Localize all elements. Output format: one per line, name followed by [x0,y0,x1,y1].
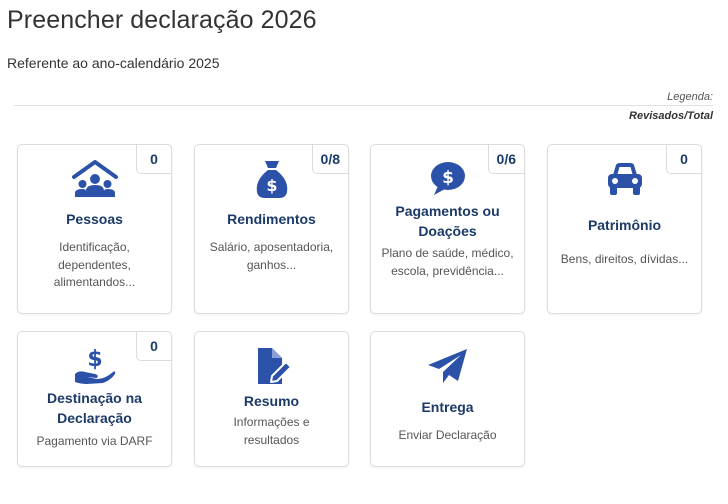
legend-value: Revisados/Total [629,110,713,122]
card-title: Rendimentos [227,211,316,227]
card-title: Pagamentos ou Doações [395,203,500,239]
card-patrimonio[interactable]: 0 Patrimônio Bens, direitos, dívidas... [547,144,702,314]
card-resumo[interactable]: Resumo Informações e resultados [194,331,349,467]
card-description: Informações e resultados [233,415,310,447]
card-description: Identificação, dependentes, alimentandos… [53,240,136,289]
card-pagamentos-doacoes[interactable]: 0/6 $ Pagamentos ou Doações Plano de saú… [370,144,525,314]
card-title: Resumo [243,393,300,409]
card-description: Pagamento via DARF [36,434,153,448]
card-title: Destinação na Declaração [47,390,142,426]
card-pessoas[interactable]: 0 Pessoas Identificação, dependentes, al… [17,144,172,314]
people-house-icon [18,159,171,199]
card-destinacao[interactable]: 0 $ Destinação na Declaração Pagamento v… [17,331,172,467]
document-edit-icon [195,346,348,386]
svg-text:$: $ [442,168,454,188]
card-description: Bens, direitos, dívidas... [560,252,689,266]
card-entrega[interactable]: Entrega Enviar Declaração [370,331,525,467]
page-subtitle: Referente ao ano-calendário 2025 [7,55,220,71]
paper-plane-icon [371,347,524,387]
money-bag-icon: $ [195,158,348,200]
card-description: Plano de saúde, médico, escola, previdên… [381,246,514,278]
svg-text:$: $ [87,347,102,372]
svg-text:$: $ [266,176,277,195]
card-description: Enviar Declaração [398,428,497,442]
hand-money-icon: $ [18,346,171,386]
legend-label: Legenda: [667,91,713,103]
card-title: Pessoas [66,211,123,227]
payment-bubble-icon: $ [371,159,524,197]
card-rendimentos[interactable]: 0/8 $ Rendimentos Salário, aposentadoria… [194,144,349,314]
page-title: Preencher declaração 2026 [7,6,317,34]
card-description: Salário, aposentadoria, ganhos... [209,240,334,272]
legend-divider [14,105,713,106]
card-title: Entrega [421,399,474,415]
car-icon [548,161,701,197]
card-title: Patrimônio [587,217,662,233]
